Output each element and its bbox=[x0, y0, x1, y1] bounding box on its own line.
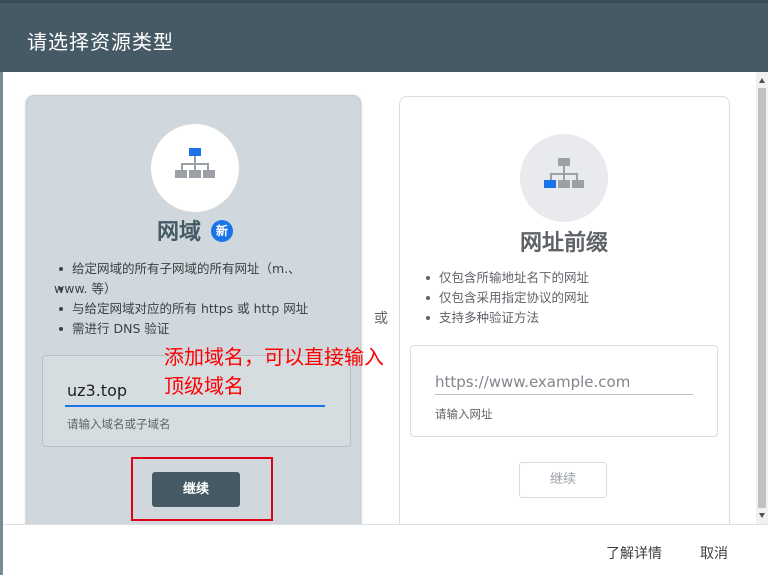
list-item: 与给定网域对应的所有 https 或 http 网址 bbox=[54, 299, 344, 319]
url-input[interactable]: https://www.example.com bbox=[435, 373, 630, 391]
dialog-footer: 了解详情 取消 bbox=[3, 524, 768, 575]
list-item: 仅包含采用指定协议的网址 bbox=[421, 288, 711, 308]
prefix-continue-button[interactable]: 继续 bbox=[519, 462, 607, 498]
url-input-helper: 请输入网址 bbox=[435, 407, 493, 421]
domain-input-helper: 请输入域名或子域名 bbox=[67, 417, 171, 431]
prefix-card-title: 网址前缀 bbox=[520, 231, 609, 256]
scroll-down-arrow-icon[interactable] bbox=[759, 513, 765, 518]
prefix-feature-list: 仅包含所输地址名下的网址 仅包含采用指定协议的网址 支持多种验证方法 bbox=[421, 268, 711, 328]
cancel-button[interactable]: 取消 bbox=[700, 543, 728, 563]
sitemap-icon bbox=[544, 158, 584, 188]
or-separator: 或 bbox=[374, 311, 388, 327]
dialog-title-bar: 请选择资源类型 bbox=[0, 0, 768, 72]
input-underline bbox=[65, 405, 325, 407]
url-prefix-property-card[interactable]: 网址前缀 仅包含所输地址名下的网址 仅包含采用指定协议的网址 支持多种验证方法 … bbox=[399, 96, 730, 524]
scrollbar-thumb[interactable] bbox=[758, 88, 766, 508]
prefix-input-box: https://www.example.com 请输入网址 bbox=[410, 345, 718, 437]
dialog-body: 网域 新 给定网域的所有子网域的所有网址（m.、 www. 等） 与给定网域对应… bbox=[3, 72, 756, 524]
input-underline bbox=[435, 394, 693, 395]
new-badge: 新 bbox=[211, 220, 233, 242]
vertical-scrollbar[interactable] bbox=[756, 72, 768, 524]
list-item: 仅包含所输地址名下的网址 bbox=[421, 268, 711, 288]
list-item-text: www. 等） bbox=[54, 281, 117, 296]
list-item: 支持多种验证方法 bbox=[421, 308, 711, 328]
sitemap-icon bbox=[175, 148, 215, 178]
domain-input[interactable]: uz3.top bbox=[67, 381, 127, 400]
scroll-up-arrow-icon[interactable] bbox=[759, 78, 765, 83]
domain-feature-list: 给定网域的所有子网域的所有网址（m.、 www. 等） 与给定网域对应的所有 h… bbox=[54, 259, 344, 339]
domain-icon-circle bbox=[151, 124, 239, 212]
prefix-icon-circle bbox=[520, 134, 608, 222]
list-item: 给定网域的所有子网域的所有网址（m.、 bbox=[54, 259, 344, 279]
annotation-highlight-box bbox=[131, 457, 273, 521]
annotation-text: 添加域名，可以直接输入 顶级域名 bbox=[164, 345, 384, 398]
dialog-title: 请选择资源类型 bbox=[27, 30, 174, 54]
title-bar-strip bbox=[0, 0, 768, 3]
domain-card-title: 网域 bbox=[157, 220, 202, 245]
list-item-continuation: www. 等） bbox=[54, 279, 344, 299]
list-item: 需进行 DNS 验证 bbox=[54, 319, 344, 339]
learn-more-button[interactable]: 了解详情 bbox=[606, 543, 662, 563]
